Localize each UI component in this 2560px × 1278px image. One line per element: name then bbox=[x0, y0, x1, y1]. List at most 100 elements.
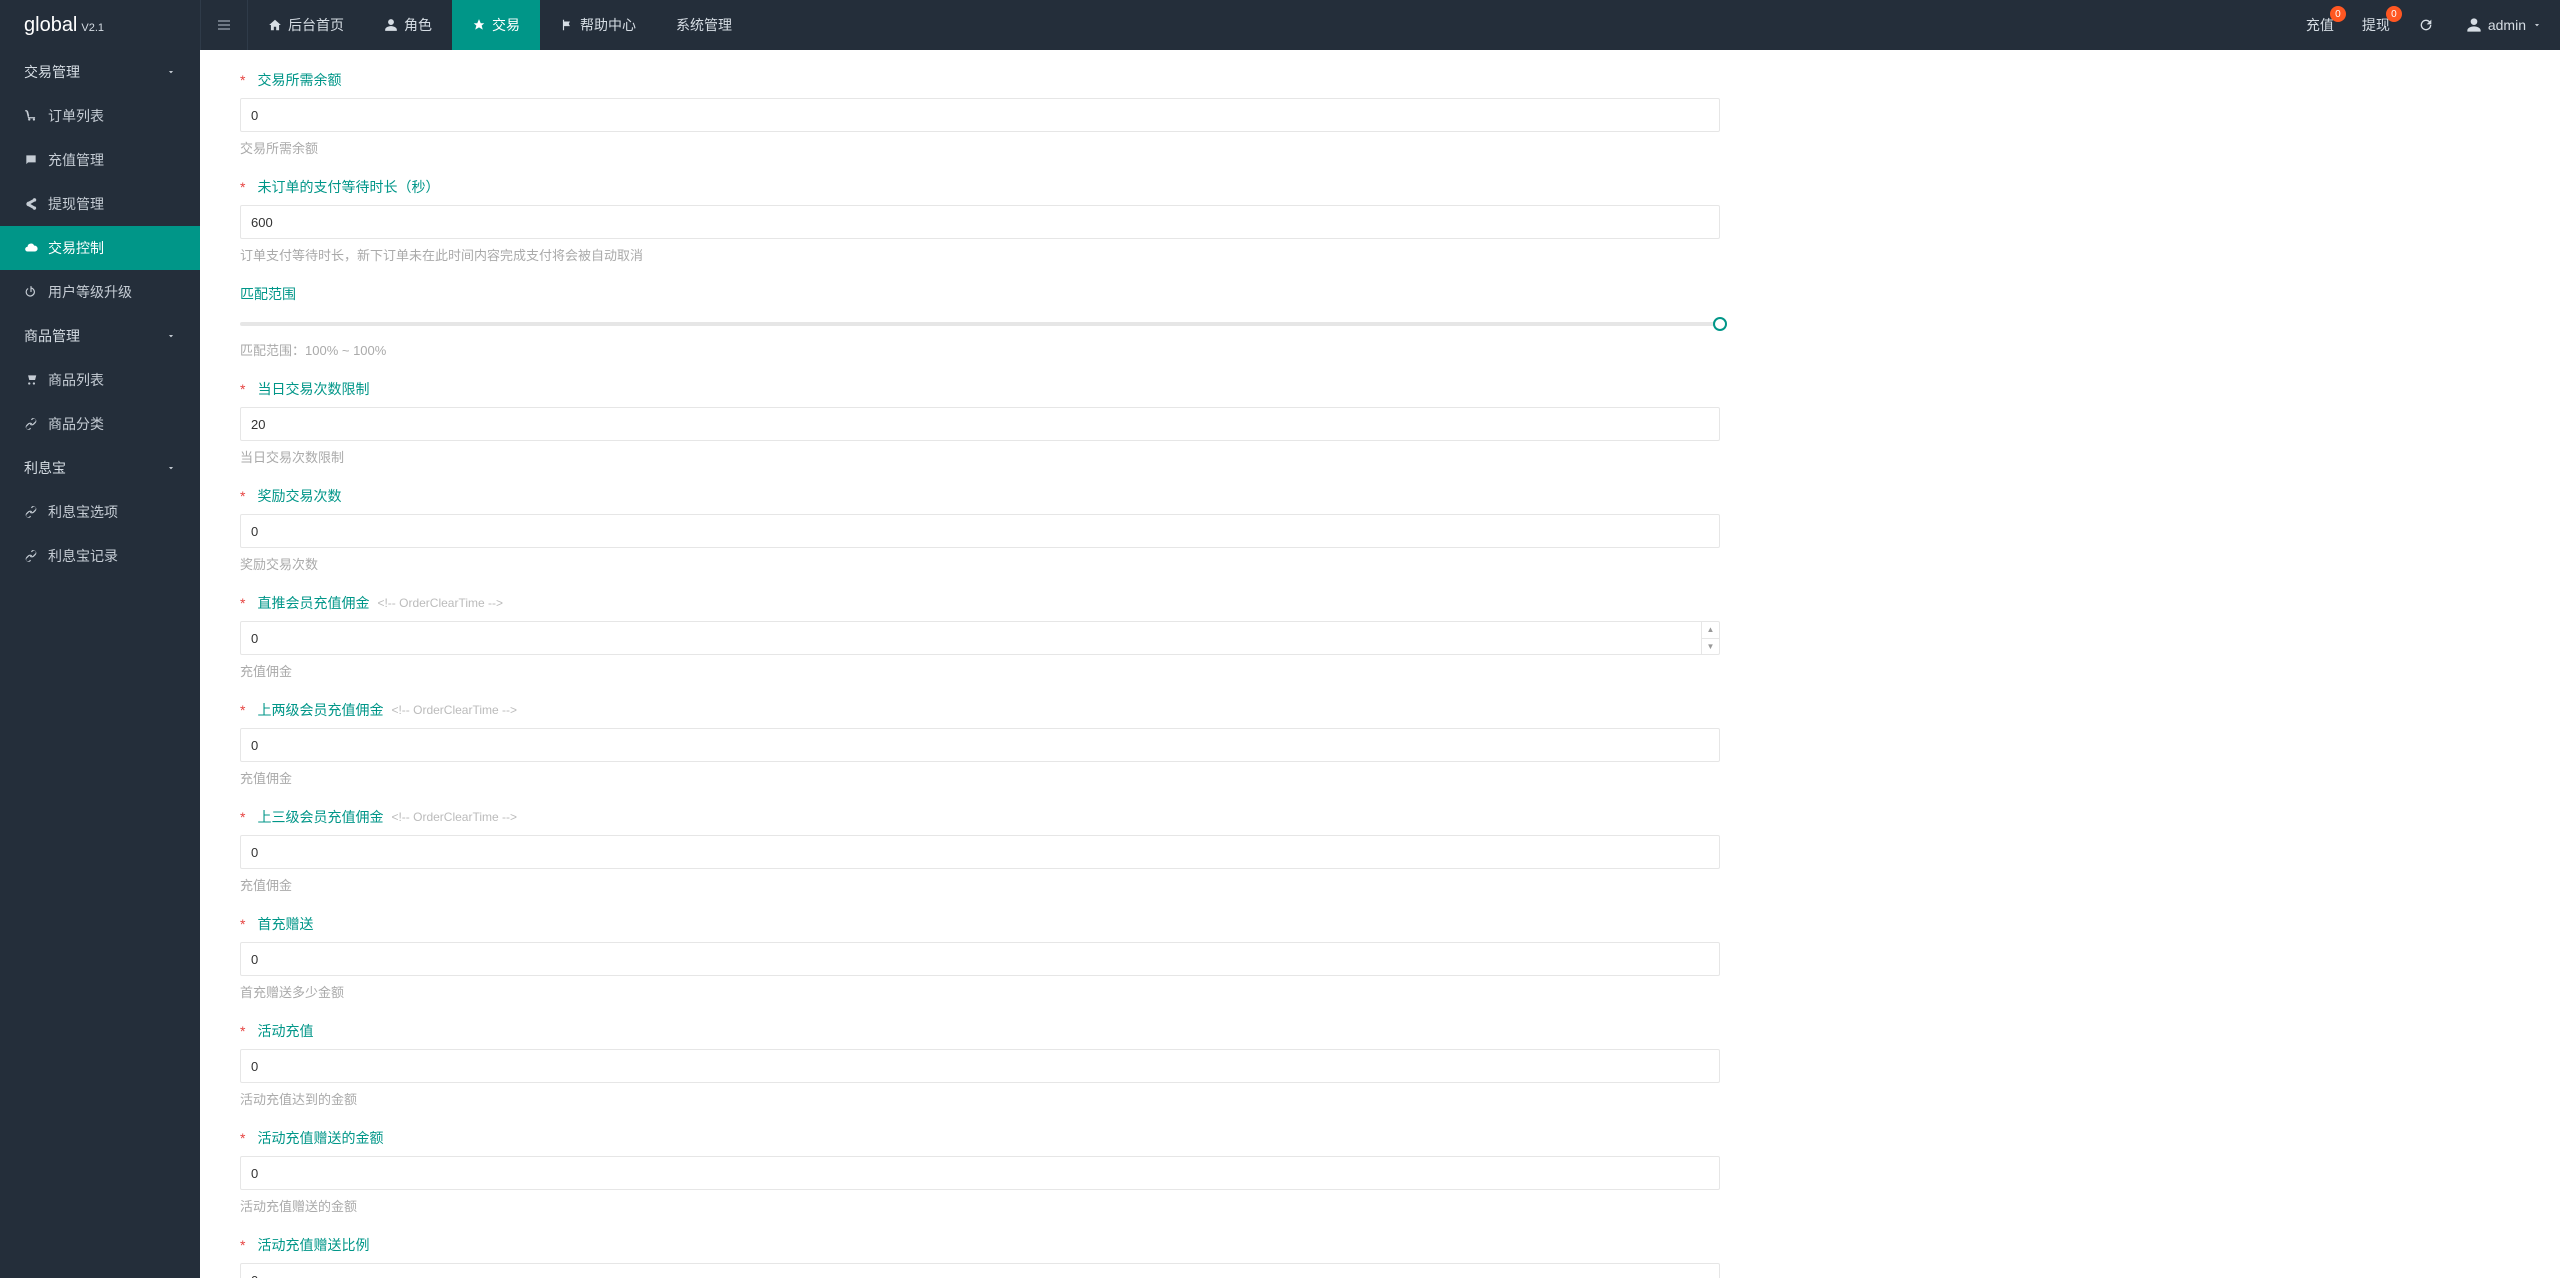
form-label: *首充赠送 bbox=[240, 914, 1720, 934]
sidebar-group-title: 交易管理 bbox=[24, 62, 80, 82]
nav-tab-1[interactable]: 角色 bbox=[364, 0, 452, 50]
form-label: *上两级会员充值佣金<!-- OrderClearTime --> bbox=[240, 700, 1720, 720]
power-icon bbox=[24, 285, 38, 299]
form-input-11[interactable] bbox=[240, 1263, 1720, 1278]
sidebar-item-0-1[interactable]: 充值管理 bbox=[0, 138, 200, 182]
user-icon bbox=[2466, 17, 2482, 33]
form-label: *直推会员充值佣金<!-- OrderClearTime --> bbox=[240, 593, 1720, 613]
nav-tab-3[interactable]: 帮助中心 bbox=[540, 0, 656, 50]
cart-icon bbox=[24, 109, 38, 123]
label-text: 交易所需余额 bbox=[257, 70, 341, 90]
form-label: *交易所需余额 bbox=[240, 70, 1720, 90]
required-asterisk: * bbox=[240, 595, 245, 611]
label-text: 活动充值赠送的金额 bbox=[257, 1128, 383, 1148]
sidebar-item-label: 利息宝记录 bbox=[48, 546, 118, 566]
form-row-0: *交易所需余额交易所需余额 bbox=[240, 70, 1720, 157]
chevron-down-icon bbox=[2532, 20, 2542, 30]
sidebar-item-label: 利息宝选项 bbox=[48, 502, 118, 522]
slider[interactable] bbox=[240, 314, 1720, 334]
user-icon bbox=[384, 18, 398, 32]
form-input-10[interactable] bbox=[240, 1156, 1720, 1190]
sidebar-toggle-button[interactable] bbox=[200, 0, 248, 50]
step-up[interactable]: ▲ bbox=[1702, 622, 1719, 639]
flag-icon bbox=[560, 18, 574, 32]
sidebar-group-1[interactable]: 商品管理 bbox=[0, 314, 200, 358]
user-menu[interactable]: admin bbox=[2448, 0, 2560, 50]
required-asterisk: * bbox=[240, 1130, 245, 1146]
form-input-4[interactable] bbox=[240, 514, 1720, 548]
recharge-link[interactable]: 充值 0 bbox=[2292, 0, 2348, 50]
form-label: * 活动充值赠送的金额 bbox=[240, 1128, 1720, 1148]
form-row-8: *首充赠送首充赠送多少金额 bbox=[240, 914, 1720, 1001]
form-label: *当日交易次数限制 bbox=[240, 379, 1720, 399]
home-icon bbox=[268, 18, 282, 32]
form-row-10: *活动充值赠送的金额活动充值赠送的金额 bbox=[240, 1128, 1720, 1215]
header-right: 充值 0 提现 0 admin bbox=[2292, 0, 2560, 50]
user-name: admin bbox=[2488, 17, 2526, 33]
recharge-label: 充值 bbox=[2306, 15, 2334, 35]
form-label: *奖励交易次数 bbox=[240, 486, 1720, 506]
nav-tab-label: 角色 bbox=[404, 15, 432, 35]
sidebar-item-0-4[interactable]: 用户等级升级 bbox=[0, 270, 200, 314]
form-row-1: *未订单的支付等待时长（秒）订单支付等待时长，新下订单未在此时间内容完成支付将会… bbox=[240, 177, 1720, 264]
form-label: *未订单的支付等待时长（秒） bbox=[240, 177, 1720, 197]
form-row-7: *上三级会员充值佣金<!-- OrderClearTime -->充值佣金 bbox=[240, 807, 1720, 894]
form-input-5[interactable] bbox=[240, 621, 1720, 655]
form-row-5: *直推会员充值佣金<!-- OrderClearTime -->▲▼充值佣金 bbox=[240, 593, 1720, 680]
form-row-11: *活动充值赠送比例1等于百分之1 bbox=[240, 1235, 1720, 1278]
label-text: 奖励交易次数 bbox=[257, 486, 341, 506]
form-input-3[interactable] bbox=[240, 407, 1720, 441]
scale-icon bbox=[472, 18, 486, 32]
form-input-6[interactable] bbox=[240, 728, 1720, 762]
sidebar-group-title: 利息宝 bbox=[24, 458, 66, 478]
header: global V2.1 后台首页角色交易帮助中心系统管理 充值 0 提现 0 a… bbox=[0, 0, 2560, 50]
slider-handle[interactable] bbox=[1713, 317, 1727, 331]
sidebar: 交易管理订单列表充值管理提现管理交易控制用户等级升级商品管理商品列表商品分类利息… bbox=[0, 50, 200, 1278]
required-asterisk: * bbox=[240, 809, 245, 825]
label-text: 当日交易次数限制 bbox=[257, 379, 369, 399]
number-stepper: ▲▼ bbox=[1701, 622, 1719, 654]
logo-text: global bbox=[24, 14, 77, 37]
form-input-8[interactable] bbox=[240, 942, 1720, 976]
withdraw-label: 提现 bbox=[2362, 15, 2390, 35]
sidebar-item-1-0[interactable]: 商品列表 bbox=[0, 358, 200, 402]
refresh-button[interactable] bbox=[2404, 0, 2448, 50]
withdraw-link[interactable]: 提现 0 bbox=[2348, 0, 2404, 50]
nav-tab-4[interactable]: 系统管理 bbox=[656, 0, 752, 50]
sidebar-item-2-1[interactable]: 利息宝记录 bbox=[0, 534, 200, 578]
sidebar-group-title: 商品管理 bbox=[24, 326, 80, 346]
form-help: 当日交易次数限制 bbox=[240, 447, 1720, 466]
nav-tab-2[interactable]: 交易 bbox=[452, 0, 540, 50]
sidebar-item-label: 用户等级升级 bbox=[48, 282, 132, 302]
form-label: *上三级会员充值佣金<!-- OrderClearTime --> bbox=[240, 807, 1720, 827]
step-down[interactable]: ▼ bbox=[1702, 639, 1719, 655]
cart2-icon bbox=[24, 373, 38, 387]
form-input-7[interactable] bbox=[240, 835, 1720, 869]
sidebar-item-2-0[interactable]: 利息宝选项 bbox=[0, 490, 200, 534]
sidebar-item-0-0[interactable]: 订单列表 bbox=[0, 94, 200, 138]
nav-tab-0[interactable]: 后台首页 bbox=[248, 0, 364, 50]
chevron-down-icon bbox=[166, 463, 176, 473]
sidebar-group-0[interactable]: 交易管理 bbox=[0, 50, 200, 94]
form-row-2: 匹配范围匹配范围：100% ~ 100% bbox=[240, 284, 1720, 359]
form-help: 首充赠送多少金额 bbox=[240, 982, 1720, 1001]
required-asterisk: * bbox=[240, 916, 245, 932]
sidebar-item-0-3[interactable]: 交易控制 bbox=[0, 226, 200, 270]
link-icon bbox=[24, 505, 38, 519]
nav-tab-label: 后台首页 bbox=[288, 15, 344, 35]
form-help: 活动充值赠送的金额 bbox=[240, 1196, 1720, 1215]
sidebar-item-0-2[interactable]: 提现管理 bbox=[0, 182, 200, 226]
form-row-6: *上两级会员充值佣金<!-- OrderClearTime -->充值佣金 bbox=[240, 700, 1720, 787]
form-row-9: *活动充值活动充值达到的金额 bbox=[240, 1021, 1720, 1108]
required-asterisk: * bbox=[240, 1237, 245, 1253]
sidebar-group-2[interactable]: 利息宝 bbox=[0, 446, 200, 490]
label-text: 匹配范围 bbox=[240, 284, 296, 304]
form-help: 活动充值达到的金额 bbox=[240, 1089, 1720, 1108]
form-input-1[interactable] bbox=[240, 205, 1720, 239]
required-asterisk: * bbox=[240, 1023, 245, 1039]
sidebar-item-1-1[interactable]: 商品分类 bbox=[0, 402, 200, 446]
required-asterisk: * bbox=[240, 702, 245, 718]
form-input-0[interactable] bbox=[240, 98, 1720, 132]
form-input-9[interactable] bbox=[240, 1049, 1720, 1083]
label-text: 上三级会员充值佣金 bbox=[257, 807, 383, 827]
